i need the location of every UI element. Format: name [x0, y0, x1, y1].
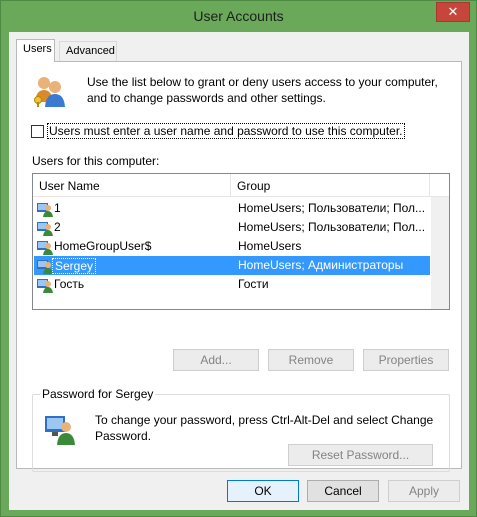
user-group-cell: HomeUsers; Администраторы [238, 258, 404, 272]
users-tab-panel: Use the list below to grant or deny user… [16, 61, 462, 472]
tab-users[interactable]: Users [16, 39, 55, 62]
tab-advanced[interactable]: Advanced [59, 41, 117, 61]
ok-button[interactable]: OK [227, 480, 299, 502]
user-name-cell: Sergey [52, 258, 97, 274]
require-login-row[interactable]: Users must enter a user name and passwor… [31, 123, 405, 139]
list-item-user-guest[interactable]: Гость Гости [34, 275, 430, 294]
column-divider[interactable] [429, 174, 430, 196]
cancel-button[interactable]: Cancel [307, 480, 379, 502]
user-group-cell: Гости [238, 277, 269, 291]
column-divider[interactable] [230, 174, 231, 196]
add-user-button[interactable]: Add... [173, 349, 259, 371]
column-header-group[interactable]: Group [237, 179, 270, 193]
list-item-user-homegroupuser[interactable]: HomeGroupUser$ HomeUsers [34, 237, 430, 256]
title-bar[interactable]: User Accounts ✕ [1, 1, 476, 31]
reset-password-button[interactable]: Reset Password... [288, 444, 433, 466]
user-group-cell: HomeUsers; Пользователи; Пол... [238, 220, 426, 234]
user-name-cell: Гость [54, 277, 85, 291]
list-item-user-2[interactable]: 2 HomeUsers; Пользователи; Пол... [34, 218, 430, 237]
apply-button[interactable]: Apply [388, 480, 460, 502]
list-item-user-sergey[interactable]: Sergey HomeUsers; Администраторы [34, 256, 430, 275]
list-header: User Name Group [33, 174, 449, 197]
require-login-label[interactable]: Users must enter a user name and passwor… [47, 123, 405, 139]
properties-button[interactable]: Properties [363, 349, 449, 371]
password-instructions: To change your password, press Ctrl-Alt-… [95, 413, 434, 443]
user-group-cell: HomeUsers; Пользователи; Пол... [238, 201, 426, 215]
password-group-title: Password for Sergey [40, 387, 156, 401]
window-title: User Accounts [193, 8, 284, 24]
dialog-client-area: Users Advanced Use the list below to gra… [9, 32, 469, 510]
user-accounts-window: User Accounts ✕ Users Advanced Use the l… [0, 0, 477, 517]
require-login-checkbox[interactable] [31, 124, 44, 138]
users-icon [34, 77, 65, 107]
user-name-cell: HomeGroupUser$ [54, 239, 152, 253]
user-icon [37, 260, 53, 274]
user-icon [37, 203, 53, 217]
users-list-caption: Users for this computer: [32, 154, 160, 168]
list-item-user-1[interactable]: 1 HomeUsers; Пользователи; Пол... [34, 199, 430, 218]
computer-user-icon [45, 416, 75, 445]
intro-text: Use the list below to grant or deny user… [87, 75, 438, 105]
user-name-cell: 1 [54, 201, 61, 215]
users-listview[interactable]: User Name Group 1 HomeUsers; Пользовател… [32, 173, 450, 310]
column-header-user-name[interactable]: User Name [39, 179, 100, 193]
close-icon: ✕ [447, 4, 459, 19]
user-name-cell: 2 [54, 220, 61, 234]
close-button[interactable]: ✕ [436, 2, 470, 22]
remove-user-button[interactable]: Remove [268, 349, 354, 371]
user-icon [37, 241, 53, 255]
password-groupbox: Password for Sergey To change your passw… [32, 387, 450, 472]
user-group-cell: HomeUsers [238, 239, 302, 253]
user-icon [37, 279, 53, 293]
list-scroll-area[interactable] [431, 197, 449, 309]
user-icon [37, 222, 53, 236]
